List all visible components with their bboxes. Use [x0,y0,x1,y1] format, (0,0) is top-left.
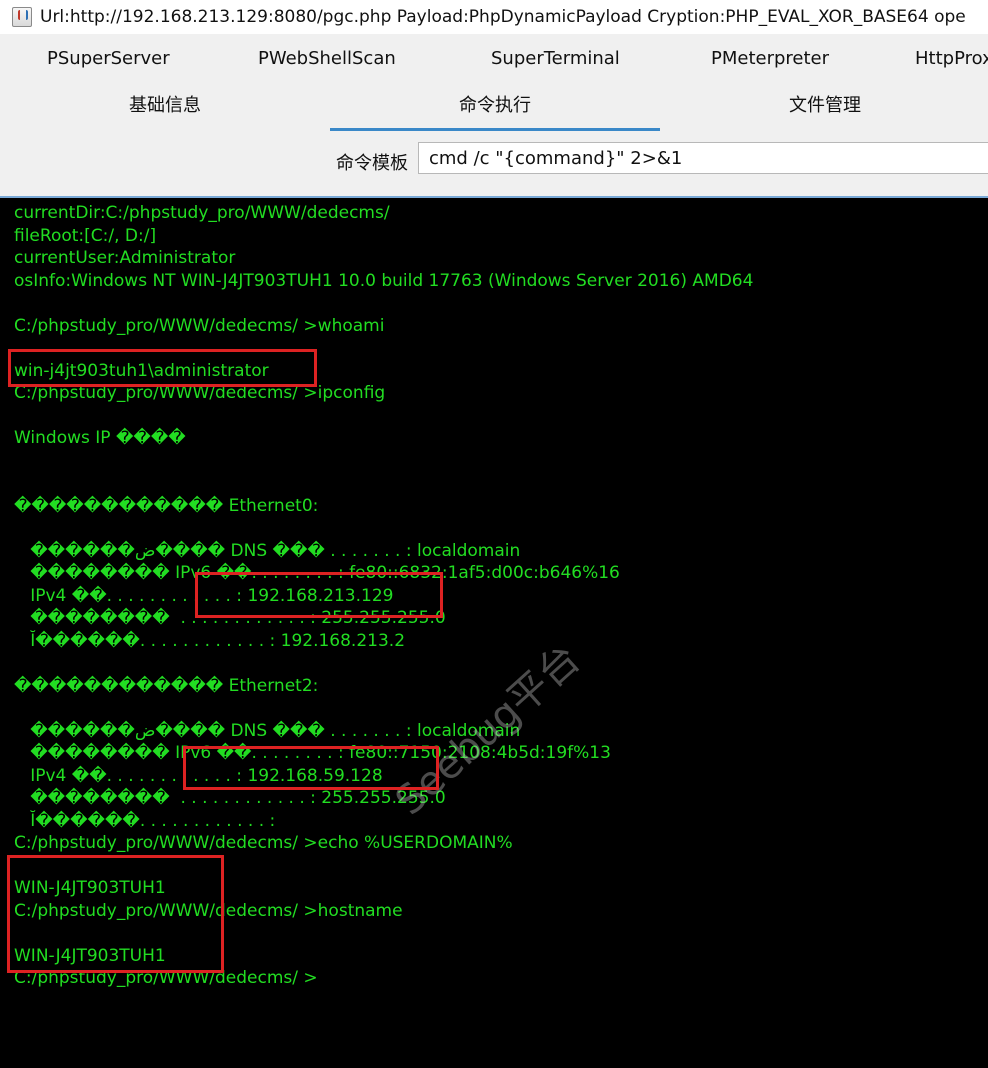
main-tab-bar: 基础信息 命令执行 文件管理 [0,84,988,133]
command-template-label: 命令模板 [336,153,408,174]
command-template-row: 命令模板 [0,132,988,194]
tab-basic-info[interactable]: 基础信息 [0,84,330,128]
terminal-text[interactable]: currentDir:C:/phpstudy_pro/WWW/dedecms/ … [14,202,753,990]
title-bar: Url:http://192.168.213.129:8080/pgc.php … [0,0,988,34]
window-title: Url:http://192.168.213.129:8080/pgc.php … [40,7,966,27]
terminal-output[interactable]: currentDir:C:/phpstudy_pro/WWW/dedecms/ … [0,196,988,1068]
tab-pmeterpreter[interactable]: PMeterpreter [711,48,829,69]
java-app-icon [12,7,32,27]
plugin-tab-bar: PSuperServer PWebShellScan SuperTerminal… [0,40,988,80]
tab-file-manager[interactable]: 文件管理 [660,84,988,128]
tab-psuperserver[interactable]: PSuperServer [47,48,170,69]
tab-superterminal[interactable]: SuperTerminal [491,48,620,69]
tab-pwebshellscan[interactable]: PWebShellScan [258,48,396,69]
tab-command-exec[interactable]: 命令执行 [330,84,660,131]
command-template-input[interactable] [418,142,988,174]
tab-httpproxy[interactable]: HttpProx [915,48,988,69]
